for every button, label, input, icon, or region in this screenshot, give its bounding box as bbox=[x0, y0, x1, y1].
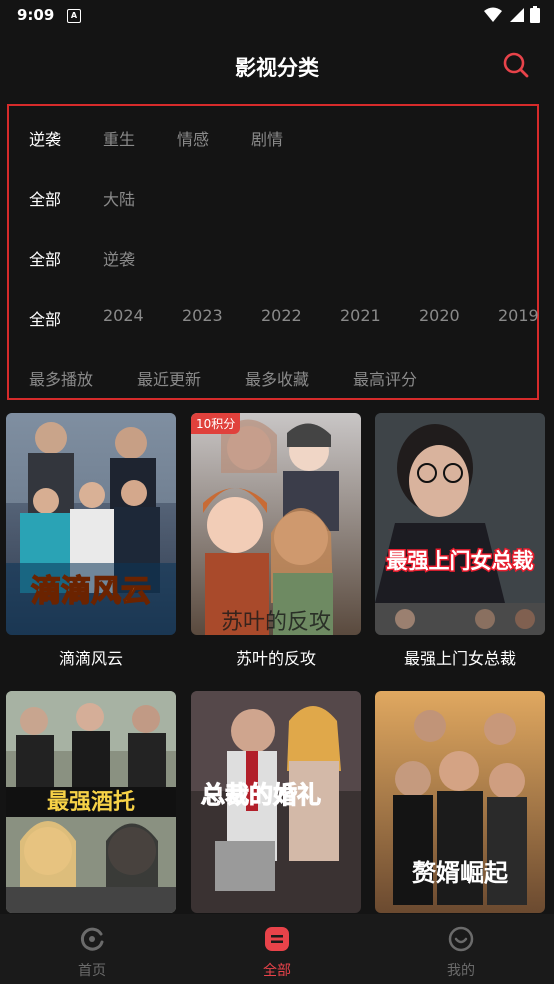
poster-title-text: 总裁的婚礼 bbox=[201, 781, 321, 809]
tab-all[interactable]: 全部 bbox=[227, 926, 327, 980]
wifi-icon bbox=[484, 7, 502, 22]
search-icon[interactable] bbox=[502, 51, 530, 79]
page-title: 影视分类 bbox=[235, 56, 319, 80]
filter-year-3[interactable]: 2022 bbox=[261, 306, 340, 330]
drama-card[interactable]: 总裁的婚礼 bbox=[191, 691, 361, 913]
poster-image[interactable]: 最强酒托 bbox=[6, 691, 176, 913]
status-time: 9:09 bbox=[17, 6, 55, 24]
drama-card[interactable]: 最强上门女总裁 最强上门女总裁 bbox=[375, 413, 545, 668]
drama-card[interactable]: 最强酒托 bbox=[6, 691, 176, 913]
filter-genre-0[interactable]: 逆袭 bbox=[29, 126, 103, 150]
sort-most-fav[interactable]: 最多收藏 bbox=[245, 366, 353, 390]
filter-year-0[interactable]: 全部 bbox=[29, 306, 103, 330]
filter-row-type: 全部 逆袭 bbox=[29, 246, 177, 270]
poster-image[interactable]: 最强上门女总裁 bbox=[375, 413, 545, 635]
poster-title-text: 最强酒托 bbox=[47, 789, 135, 815]
poster-title-text: 赘婿崛起 bbox=[411, 858, 509, 887]
filter-row-sort: 最多播放 最近更新 最多收藏 最高评分 bbox=[29, 366, 433, 390]
poster-image[interactable]: 滴滴风云 bbox=[6, 413, 176, 635]
filter-row-year: 全部 2024 2023 2022 2021 2020 2019 bbox=[29, 306, 539, 330]
poster-title-text: 滴滴风云 bbox=[31, 574, 151, 609]
signal-icon bbox=[510, 7, 524, 22]
tab-mine[interactable]: 我的 bbox=[411, 926, 511, 980]
notification-icon: A bbox=[67, 9, 81, 23]
filter-year-6[interactable]: 2019 bbox=[498, 306, 539, 330]
filter-genre-3[interactable]: 剧情 bbox=[251, 126, 325, 150]
status-icons bbox=[484, 6, 540, 23]
filter-year-4[interactable]: 2021 bbox=[340, 306, 419, 330]
drama-card[interactable]: 苏叶的反攻 10积分 苏叶的反攻 bbox=[191, 413, 361, 668]
filter-row-genre: 逆袭 重生 情感 剧情 bbox=[29, 126, 325, 150]
drama-card[interactable]: 赘婿崛起 bbox=[375, 691, 545, 913]
filter-panel: 逆袭 重生 情感 剧情 全部 大陆 全部 逆袭 全部 2024 2023 202… bbox=[7, 104, 539, 400]
filter-row-region: 全部 大陆 bbox=[29, 186, 177, 210]
bottom-tab-bar: 首页 全部 我的 bbox=[0, 914, 554, 984]
drama-title[interactable]: 苏叶的反攻 bbox=[191, 645, 361, 669]
filter-type-1[interactable]: 逆袭 bbox=[103, 246, 177, 270]
filter-year-2[interactable]: 2023 bbox=[182, 306, 261, 330]
battery-icon bbox=[530, 6, 540, 23]
filter-region-0[interactable]: 全部 bbox=[29, 186, 103, 210]
status-bar: 9:09 A bbox=[0, 0, 554, 32]
drama-title[interactable]: 最强上门女总裁 bbox=[375, 645, 545, 669]
tab-home[interactable]: 首页 bbox=[42, 926, 142, 980]
filter-year-5[interactable]: 2020 bbox=[419, 306, 498, 330]
points-badge: 10积分 bbox=[191, 413, 241, 434]
filter-genre-2[interactable]: 情感 bbox=[177, 126, 251, 150]
sort-recent[interactable]: 最近更新 bbox=[137, 366, 245, 390]
drama-title[interactable]: 滴滴风云 bbox=[6, 645, 176, 669]
filter-region-1[interactable]: 大陆 bbox=[103, 186, 177, 210]
tab-home-label: 首页 bbox=[78, 963, 106, 979]
category-icon bbox=[265, 927, 289, 951]
tab-all-label: 全部 bbox=[263, 963, 291, 979]
profile-icon bbox=[448, 926, 474, 952]
poster-title-text: 苏叶的反攻 bbox=[221, 610, 331, 635]
header: 影视分类 bbox=[0, 38, 554, 92]
poster-image[interactable]: 总裁的婚礼 bbox=[191, 691, 361, 913]
tab-mine-label: 我的 bbox=[447, 963, 475, 979]
filter-type-0[interactable]: 全部 bbox=[29, 246, 103, 270]
poster-title-text: 最强上门女总裁 bbox=[387, 549, 534, 573]
filter-genre-1[interactable]: 重生 bbox=[103, 126, 177, 150]
home-icon bbox=[80, 927, 104, 951]
sort-most-played[interactable]: 最多播放 bbox=[29, 366, 137, 390]
filter-year-1[interactable]: 2024 bbox=[103, 306, 182, 330]
poster-image[interactable]: 苏叶的反攻 10积分 bbox=[191, 413, 361, 635]
drama-card[interactable]: 滴滴风云 滴滴风云 bbox=[6, 413, 176, 668]
poster-image[interactable]: 赘婿崛起 bbox=[375, 691, 545, 913]
sort-top-rated[interactable]: 最高评分 bbox=[353, 366, 433, 390]
